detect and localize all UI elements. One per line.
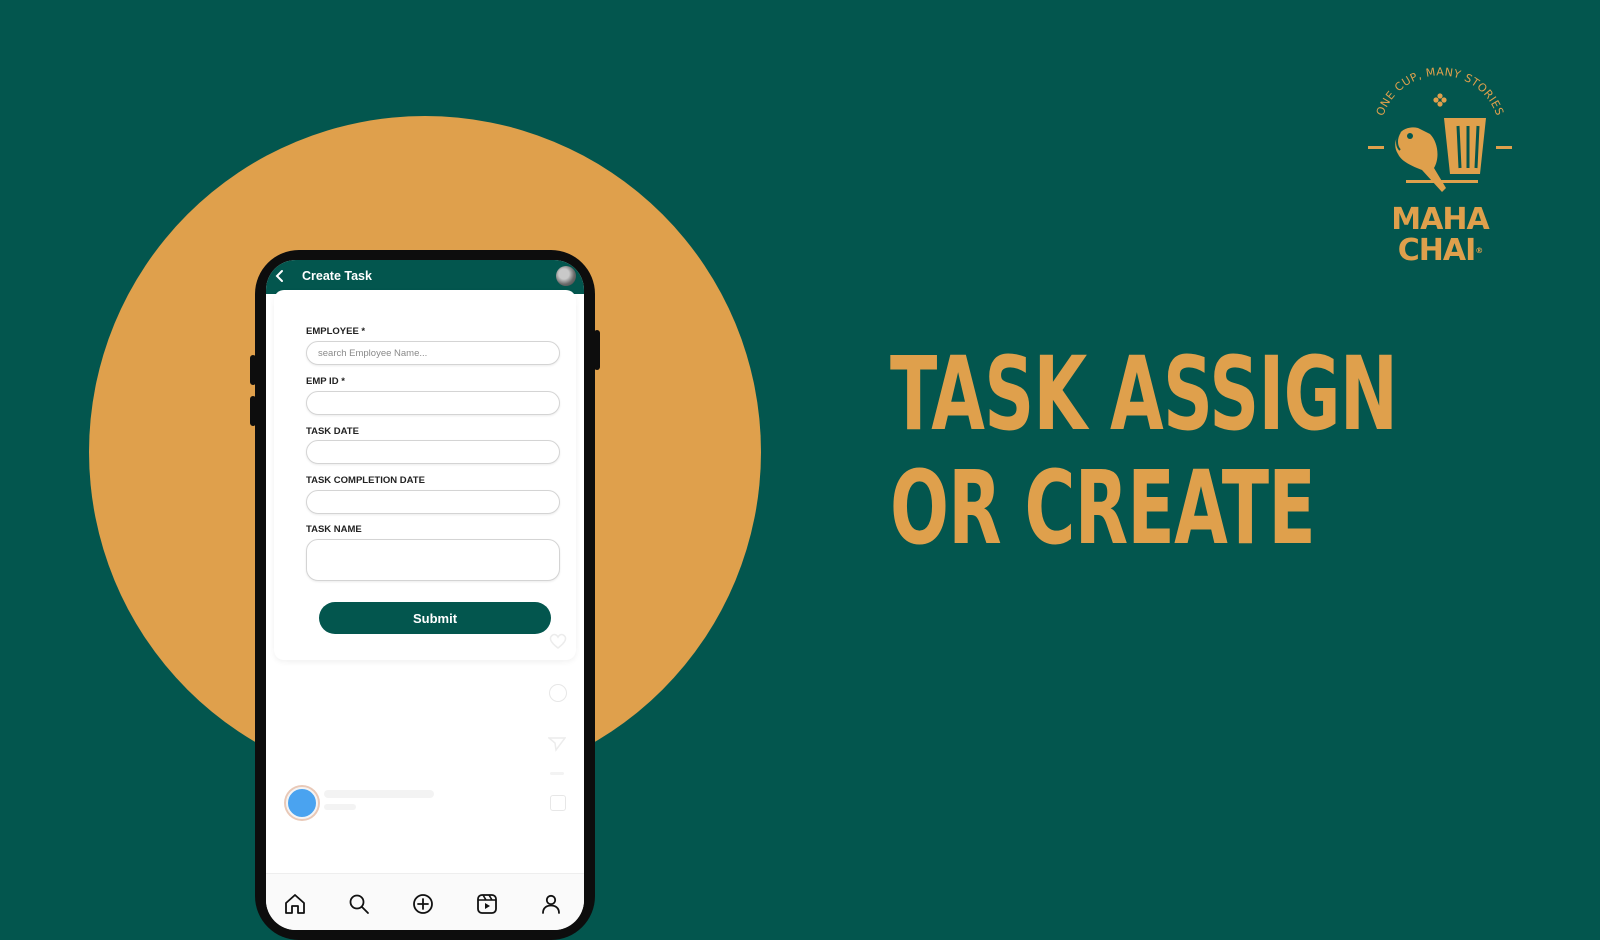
headline-line-1: TASK ASSIGN xyxy=(890,335,1398,454)
add-icon[interactable] xyxy=(411,892,435,916)
maha-chai-logo: ONE CUP, MANY STORIES MAHA CHAI® xyxy=(1360,50,1520,280)
back-arrow-icon[interactable] xyxy=(272,267,288,285)
logo-line-2-text: CHAI xyxy=(1397,233,1477,268)
search-icon[interactable] xyxy=(347,892,371,916)
bottom-nav xyxy=(266,873,584,930)
logo-wordmark: MAHA CHAI® xyxy=(1360,204,1520,266)
profile-icon[interactable] xyxy=(539,892,563,916)
employee-label: EMPLOYEE * xyxy=(306,326,366,337)
logo-emblem-icon: ONE CUP, MANY STORIES xyxy=(1368,65,1512,192)
home-icon[interactable] xyxy=(283,892,307,916)
submit-button[interactable]: Submit xyxy=(319,602,551,634)
share-icon xyxy=(548,737,566,752)
comment-icon xyxy=(549,684,567,702)
reels-icon[interactable] xyxy=(475,892,499,916)
registered-mark: ® xyxy=(1475,246,1483,255)
audio-icon xyxy=(550,795,566,811)
phone-volume-up xyxy=(250,355,256,385)
task-completion-date-label: TASK COMPLETION DATE xyxy=(306,475,425,486)
user-avatar-dot[interactable] xyxy=(286,787,318,819)
logo-line-1: MAHA xyxy=(1391,202,1489,237)
emp-id-field[interactable] xyxy=(306,391,560,415)
logo-line-2: CHAI® xyxy=(1360,235,1520,266)
more-dots-icon xyxy=(550,772,564,775)
heart-icon xyxy=(549,633,567,649)
logo-tagline: ONE CUP, MANY STORIES xyxy=(1374,65,1507,117)
task-date-field[interactable] xyxy=(306,440,560,464)
phone-screen: Create Task EMPLOYEE * EMP ID * TASK DAT… xyxy=(266,260,584,930)
phone-mockup: Create Task EMPLOYEE * EMP ID * TASK DAT… xyxy=(250,250,600,940)
phone-power-button xyxy=(594,330,600,370)
ghost-subtitle xyxy=(324,804,356,810)
page-title: Create Task xyxy=(302,269,372,283)
ghost-username xyxy=(324,790,434,798)
task-name-field[interactable] xyxy=(306,539,560,581)
phone-volume-down xyxy=(250,396,256,426)
task-name-label: TASK NAME xyxy=(306,524,362,535)
avatar[interactable] xyxy=(556,266,576,286)
headline: TASK ASSIGN OR CREATE xyxy=(890,335,1398,568)
app-header: Create Task xyxy=(266,260,584,294)
create-task-form: EMPLOYEE * EMP ID * TASK DATE TASK COMPL… xyxy=(274,290,576,660)
task-completion-date-field[interactable] xyxy=(306,490,560,514)
headline-line-2: OR CREATE xyxy=(890,449,1316,568)
employee-search-input[interactable] xyxy=(306,341,560,365)
emp-id-label: EMP ID * xyxy=(306,376,345,387)
task-date-label: TASK DATE xyxy=(306,426,359,437)
